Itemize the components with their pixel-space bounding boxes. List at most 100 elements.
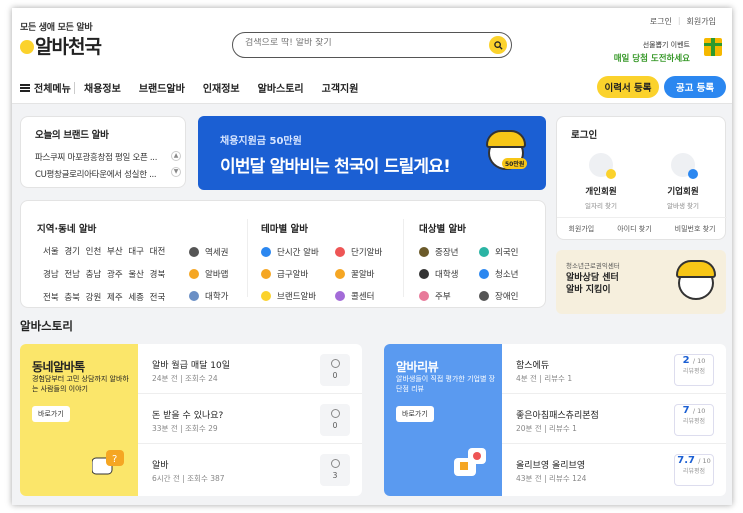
chevron-up-icon[interactable]: ▲ (171, 151, 181, 161)
score-max: / 10 (692, 357, 706, 365)
target-item[interactable]: 주부 (419, 291, 458, 302)
region-tag[interactable]: 부산 (107, 245, 128, 257)
category-card: 지역·동네 알바 서울 경기 인천 부산 대구 대전 경남 전남 충남 광주 울… (20, 200, 546, 308)
signup-link[interactable]: 회원가입 (687, 16, 716, 27)
nav-item-support[interactable]: 고객지원 (322, 80, 359, 95)
mascot-hat (486, 130, 526, 148)
brand-card: 오늘의 브랜드 알바 파스쿠찌 마포광흥창점 평일 오픈 ... CU평창글로리… (20, 116, 186, 188)
all-menu-label: 전체메뉴 (34, 84, 71, 95)
login-title: 로그인 (571, 130, 598, 141)
talk-row[interactable]: 알바 6시간 전 | 조회수 387 3 (138, 444, 362, 494)
ad-banner[interactable]: 청소년근로권익센터 알바상담 센터 알바 지킴이 (556, 250, 726, 314)
register-resume-button[interactable]: 이력서 등록 (597, 76, 659, 98)
region-tag[interactable]: 경남 (43, 268, 64, 280)
target-item[interactable]: 외국인 (479, 247, 518, 258)
target-item[interactable]: 중장년 (419, 247, 458, 258)
chevron-down-icon[interactable]: ▼ (171, 167, 181, 177)
target-label: 대학생 (435, 270, 459, 280)
station-item[interactable]: 역세권 (189, 247, 228, 258)
region-tag[interactable]: 대구 (128, 245, 149, 257)
review-go-button[interactable]: 바로가기 (396, 406, 434, 422)
signup-link[interactable]: 회원가입 (568, 224, 594, 234)
target-item[interactable]: 대학생 (419, 269, 459, 280)
login-link[interactable]: 로그인 (650, 16, 672, 27)
review-row[interactable]: 함스에듀 4분 전 | 리뷰수 1 2 / 10 리뷰평점 (502, 344, 726, 394)
person-icon (589, 153, 616, 179)
region-tags: 서울 경기 인천 부산 대구 대전 경남 전남 충남 광주 울산 경북 전북 충… (43, 245, 171, 303)
theme-item[interactable]: 꿀알바 (335, 269, 382, 280)
region-tag[interactable]: 인천 (86, 245, 107, 257)
banner-badge: 50만원 (502, 158, 528, 169)
theme-item[interactable]: 단시간 알바 (261, 247, 319, 258)
post-job-button[interactable]: 공고 등록 (664, 76, 726, 98)
comment-count: 3 (320, 454, 350, 486)
headset-icon (335, 291, 345, 301)
region-tag[interactable]: 제주 (107, 291, 128, 303)
region-tag[interactable]: 대전 (150, 245, 171, 257)
score-label: 리뷰평점 (682, 468, 706, 475)
region-tag[interactable]: 경기 (64, 245, 85, 257)
theme-item[interactable]: 급구알바 (261, 269, 319, 280)
nav-item-talent[interactable]: 인재정보 (203, 80, 240, 95)
talk-row[interactable]: 돈 받을 수 있나요? 33분 전 | 조회수 29 0 (138, 394, 362, 444)
theme-list-1: 단시간 알바 급구알바 브랜드알바 (261, 247, 319, 302)
target-item[interactable]: 장애인 (479, 291, 519, 302)
station-item[interactable]: 대학가 (189, 291, 228, 302)
station-item[interactable]: 알바맵 (189, 269, 229, 280)
company-login[interactable]: 기업회원 알바생 찾기 (653, 153, 713, 210)
nav-item-story[interactable]: 알바스토리 (258, 80, 304, 95)
main-nav: 전체메뉴 채용정보 브랜드알바 인재정보 알바스토리 고객지원 이력서 등록 공… (12, 70, 732, 104)
logo-name: 알바천국 (35, 36, 102, 58)
promo-banner[interactable]: 채용지원금 50만원 이번달 알바비는 천국이 드릴게요! 50만원 (198, 116, 546, 190)
region-tag[interactable]: 경북 (150, 268, 171, 280)
review-row[interactable]: 올리브영 올리브영 43분 전 | 리뷰수 124 7.7 / 10 리뷰평점 (502, 444, 726, 494)
find-password-link[interactable]: 비밀번호 찾기 (675, 224, 716, 234)
search-input[interactable] (245, 38, 475, 48)
ad-line2: 알바 지킴이 (566, 285, 611, 295)
region-tag[interactable]: 서울 (43, 245, 64, 257)
region-tag[interactable]: 전남 (64, 268, 85, 280)
talk-go-button[interactable]: 바로가기 (32, 406, 70, 422)
all-menu-button[interactable]: 전체메뉴 (20, 80, 71, 95)
row-title: 알바 월급 매달 10일 (152, 361, 230, 371)
brand-item[interactable]: CU평창글로리아타운에서 성실한 ... (35, 168, 157, 180)
personal-login[interactable]: 개인회원 일자리 찾기 (571, 153, 631, 210)
arrow-icon (606, 169, 616, 179)
find-id-link[interactable]: 아이디 찾기 (617, 224, 651, 234)
talk-row[interactable]: 알바 월급 매달 10일 24분 전 | 조회수 24 0 (138, 344, 362, 394)
like-heart-icon (454, 448, 486, 476)
nav-item-brand[interactable]: 브랜드알바 (139, 80, 185, 95)
region-tag[interactable]: 강원 (86, 291, 107, 303)
theme-item[interactable]: 단기알바 (335, 247, 382, 258)
region-tag[interactable]: 울산 (128, 268, 149, 280)
globe-icon (479, 247, 489, 257)
station-label: 알바맵 (205, 270, 229, 280)
region-tag[interactable]: 충남 (86, 268, 107, 280)
personal-sub: 일자리 찾기 (585, 202, 617, 210)
brand-item[interactable]: 파스쿠찌 마포광흥창점 평일 오픈 ... (35, 151, 157, 163)
target-label: 장애인 (495, 292, 519, 302)
nav-item-jobs[interactable]: 채용정보 (84, 80, 121, 95)
target-item[interactable]: 청소년 (479, 269, 519, 280)
target-list-1: 중장년 대학생 주부 (419, 247, 459, 302)
score-value: 7.7 (677, 455, 695, 466)
theme-item[interactable]: 콜센터 (335, 291, 382, 302)
region-tag[interactable]: 전북 (43, 291, 64, 303)
theme-label: 급구알바 (277, 270, 309, 280)
comment-count-value: 0 (332, 421, 338, 430)
promo[interactable]: 선물뽑기 이벤트 매일 당첨 도전하세요 (614, 40, 690, 64)
review-row[interactable]: 좋은아침패스츄리본점 20분 전 | 리뷰수 1 7 / 10 리뷰평점 (502, 394, 726, 444)
banner-headline: 이번달 알바비는 천국이 드릴게요! (220, 157, 451, 177)
honey-icon (335, 269, 345, 279)
region-tag[interactable]: 세종 (128, 291, 149, 303)
review-title: 알바리뷰 (396, 360, 439, 374)
theme-item[interactable]: 브랜드알바 (261, 291, 319, 302)
region-tag[interactable]: 광주 (107, 268, 128, 280)
gift-icon[interactable] (704, 38, 722, 56)
region-tag[interactable]: 충북 (64, 291, 85, 303)
review-lead: 알바리뷰 알바생들이 직접 평가한 기업별 장단점 리뷰 바로가기 (384, 344, 502, 496)
logo[interactable]: 모든 생애 모든 알바 알바천국 (20, 20, 102, 59)
search-button[interactable] (489, 36, 507, 54)
region-tag[interactable]: 전국 (150, 291, 171, 303)
target-label: 청소년 (495, 270, 519, 280)
